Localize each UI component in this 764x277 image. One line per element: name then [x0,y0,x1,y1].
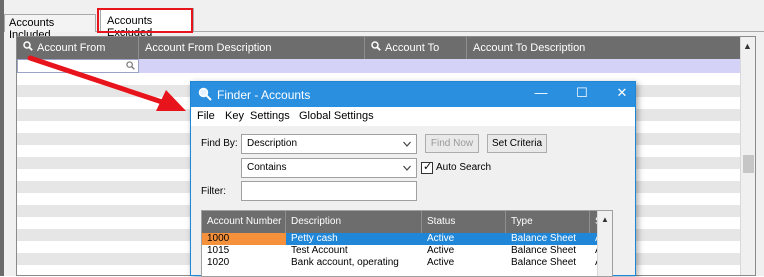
scroll-up-icon[interactable]: ▲ [601,215,609,224]
menu-global-settings[interactable]: Global Settings [299,110,374,122]
account-number-cell: 1015 [207,245,230,256]
account-number-cell: 1020 [207,257,230,268]
status-cell: Active [427,257,455,268]
scrollbar-thumb[interactable] [743,155,754,173]
column-header-label: Account From [37,42,106,54]
type-cell: Balance Sheet [511,257,577,268]
description-cell: Test Account [291,245,348,256]
search-icon[interactable] [23,37,33,59]
grid-scrollbar[interactable]: ▲ [740,37,755,275]
scroll-up-icon[interactable]: ▲ [743,41,752,51]
window-left-border [0,0,4,276]
search-icon [198,87,212,104]
column-header-account-from[interactable]: Account From [17,37,139,59]
account-number-cell: 1000 [202,233,286,245]
check-icon: ✓ [423,161,433,173]
table-row[interactable]: 1000 Petty cash Active Balance Sheet ACC [202,233,612,245]
maximize-button[interactable]: ☐ [572,85,592,101]
results-scrollbar[interactable]: ▲ [597,211,612,276]
results-header: Account Number Description Status Type S… [202,211,612,233]
account-from-input[interactable] [17,59,139,73]
finder-dialog: Finder - Accounts — ☐ ✕ File Key Setting… [190,81,636,277]
tab-accounts-included[interactable]: Accounts Included [4,14,96,41]
filter-input[interactable] [241,181,417,201]
condition-select[interactable]: Contains [241,158,417,178]
find-by-label: Find By: [201,138,238,149]
dialog-menubar: File Key Settings Global Settings [191,107,635,126]
results-grid: Account Number Description Status Type S… [201,210,613,277]
description-cell: Petty cash [291,233,338,244]
menu-key[interactable]: Key [225,110,244,122]
find-by-value: Description [247,138,298,149]
type-cell: Balance Sheet [511,245,577,256]
column-header-account-from-description[interactable]: Account From Description [139,37,365,59]
table-row[interactable]: 1015 Test Account Active Balance Sheet A… [202,245,612,257]
find-by-select[interactable]: Description [241,134,417,154]
grid-edit-row[interactable] [17,59,741,73]
set-criteria-button[interactable]: Set Criteria [487,134,547,153]
menu-settings[interactable]: Settings [250,110,290,122]
close-button[interactable]: ✕ [612,85,632,101]
type-cell: Balance Sheet [511,233,577,244]
description-cell: Bank account, operating [291,257,399,268]
column-header-account-number[interactable]: Account Number [202,211,286,233]
chevron-down-icon[interactable] [403,139,411,150]
dialog-titlebar[interactable]: Finder - Accounts — ☐ ✕ [191,82,635,107]
column-header-type[interactable]: Type [506,211,590,233]
column-header-account-to-description[interactable]: Account To Description [467,37,741,59]
chevron-down-icon[interactable] [403,163,411,174]
dialog-title: Finder - Accounts [217,88,311,102]
column-header-label: Account To [385,42,440,54]
search-icon[interactable] [126,61,135,73]
column-header-account-to[interactable]: Account To [365,37,467,59]
column-header-description[interactable]: Description [286,211,422,233]
filter-label: Filter: [201,186,226,197]
menu-file[interactable]: File [197,110,215,122]
auto-search-checkbox[interactable]: ✓ [421,161,433,174]
search-icon[interactable] [371,37,381,59]
column-header-status[interactable]: Status [422,211,506,233]
table-row[interactable]: 1020 Bank account, operating Active Bala… [202,257,612,269]
find-now-button[interactable]: Find Now [425,134,479,153]
status-cell: Active [427,233,455,244]
auto-search-label: Auto Search [436,162,492,173]
grid-header: Account From Account From Description Ac… [17,37,741,59]
condition-value: Contains [247,162,287,173]
status-cell: Active [427,245,455,256]
minimize-button[interactable]: — [531,85,551,100]
highlight-box [97,8,193,33]
